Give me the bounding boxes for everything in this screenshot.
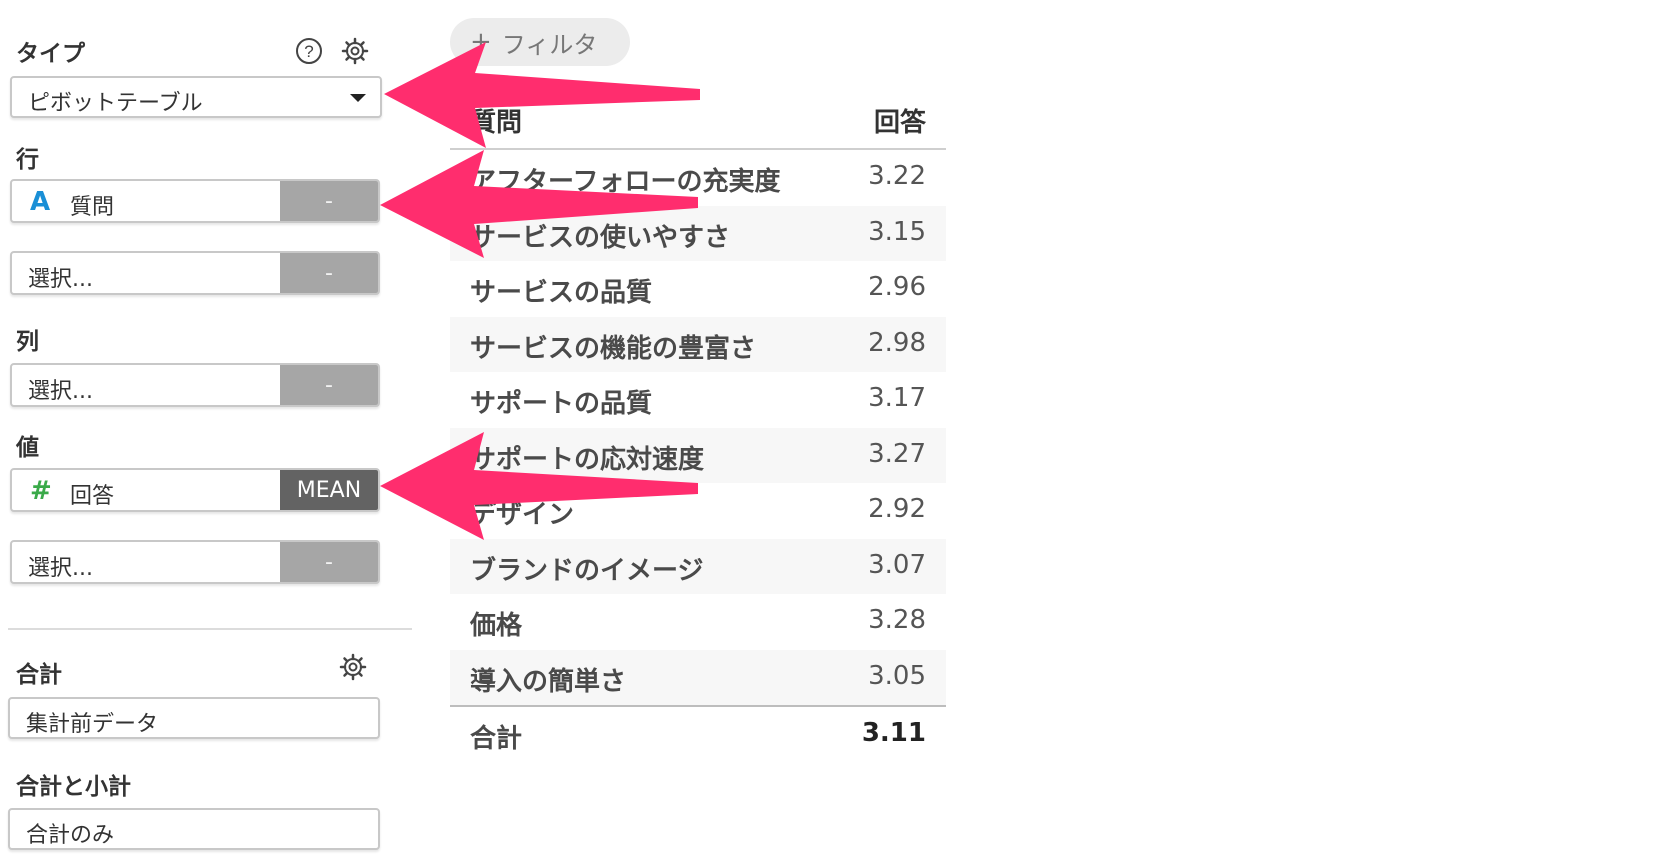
row-value: 3.07 bbox=[868, 549, 926, 580]
rows-label: 行 bbox=[16, 147, 39, 173]
row-question: 導入の簡単さ bbox=[470, 666, 627, 697]
total-row-label: 合計 bbox=[470, 724, 523, 754]
row-question: 価格 bbox=[470, 611, 523, 641]
subtotal-select[interactable]: 合計のみ bbox=[8, 808, 380, 850]
plus-icon: + bbox=[470, 27, 492, 57]
row-value: 3.28 bbox=[868, 605, 926, 635]
table-row: サービスの品質 2.96 bbox=[450, 261, 946, 317]
table-header: 質問 回答 bbox=[450, 88, 946, 150]
svg-text:?: ? bbox=[304, 42, 313, 61]
row-value: 3.22 bbox=[868, 161, 926, 191]
table-row: サービスの使いやすさ 3.15 bbox=[450, 205, 946, 261]
row-field-label: 質問 bbox=[70, 195, 115, 220]
table-row: サービスの機能の豊富さ 2.98 bbox=[450, 316, 946, 372]
row-value: 3.27 bbox=[868, 438, 926, 469]
value-field-answer[interactable]: # 回答 MEAN bbox=[10, 468, 380, 512]
subtotal-label: 合計と小計 bbox=[16, 774, 131, 800]
row-question: アフターフォローの充実度 bbox=[470, 167, 781, 197]
row-field-question[interactable]: A 質問 - bbox=[10, 179, 380, 223]
column-header-answer[interactable]: 回答 bbox=[874, 102, 926, 139]
table-row: サポートの品質 3.17 bbox=[450, 372, 946, 428]
table-row: 価格 3.28 bbox=[450, 594, 946, 650]
table-total-row: 合計 3.11 bbox=[450, 705, 946, 765]
chevron-down-icon bbox=[350, 94, 366, 102]
type-label: タイプ bbox=[16, 41, 85, 67]
row-question: デザイン bbox=[470, 500, 575, 530]
columns-label: 列 bbox=[16, 329, 39, 355]
pivot-table: 質問 回答 アフターフォローの充実度 3.22 サービスの使いやすさ 3.15 サー… bbox=[450, 88, 946, 765]
row-question: サービスの使いやすさ bbox=[470, 222, 731, 253]
row-aggregate-button[interactable]: - bbox=[280, 181, 378, 221]
value-field-label: 回答 bbox=[70, 484, 115, 509]
row-select-aggregate-button[interactable]: - bbox=[280, 253, 378, 293]
total-label: 合計 bbox=[16, 662, 62, 688]
row-value: 3.15 bbox=[868, 216, 926, 247]
row-field-select[interactable]: 選択... - bbox=[10, 251, 380, 295]
row-select-placeholder: 選択... bbox=[28, 267, 93, 292]
column-aggregate-button[interactable]: - bbox=[280, 365, 378, 405]
column-field-select[interactable]: 選択... - bbox=[10, 363, 380, 407]
total-select-value: 集計前データ bbox=[26, 712, 159, 737]
table-row: ブランドのイメージ 3.07 bbox=[450, 538, 946, 594]
add-filter-button[interactable]: + フィルタ bbox=[450, 18, 630, 66]
row-value: 3.05 bbox=[868, 660, 926, 691]
value-aggregate-button[interactable]: MEAN bbox=[280, 470, 378, 510]
value-field-select[interactable]: 選択... - bbox=[10, 540, 380, 584]
table-row: 導入の簡単さ 3.05 bbox=[450, 649, 946, 705]
total-row-value: 3.11 bbox=[861, 718, 926, 748]
value-select-placeholder: 選択... bbox=[28, 556, 93, 581]
table-row: サポートの応対速度 3.27 bbox=[450, 427, 946, 483]
row-value: 2.96 bbox=[868, 272, 926, 302]
total-select[interactable]: 集計前データ bbox=[8, 697, 380, 739]
row-value: 3.17 bbox=[868, 383, 926, 413]
help-icon[interactable]: ? bbox=[294, 36, 324, 66]
row-value: 2.92 bbox=[868, 494, 926, 524]
column-select-placeholder: 選択... bbox=[28, 379, 93, 404]
filter-label: フィルタ bbox=[501, 30, 598, 59]
number-type-icon: # bbox=[30, 476, 52, 506]
total-gear-icon[interactable] bbox=[338, 652, 368, 682]
row-question: ブランドのイメージ bbox=[470, 555, 704, 586]
row-value: 2.98 bbox=[868, 327, 926, 358]
row-question: サービスの機能の豊富さ bbox=[470, 333, 757, 364]
row-question: サポートの品質 bbox=[470, 389, 653, 419]
chart-type-value: ピボットテーブル bbox=[28, 91, 203, 116]
value-select-aggregate-button[interactable]: - bbox=[280, 542, 378, 582]
table-row: デザイン 2.92 bbox=[450, 483, 946, 539]
subtotal-select-value: 合計のみ bbox=[26, 823, 115, 848]
text-type-icon: A bbox=[30, 187, 51, 217]
column-header-question[interactable]: 質問 bbox=[470, 102, 522, 139]
row-question: サービスの品質 bbox=[470, 278, 653, 308]
table-row: アフターフォローの充実度 3.22 bbox=[450, 150, 946, 206]
chart-type-select[interactable]: ピボットテーブル bbox=[10, 76, 382, 118]
gear-icon[interactable] bbox=[340, 36, 370, 66]
row-question: サポートの応対速度 bbox=[470, 444, 705, 475]
section-divider bbox=[8, 628, 412, 630]
values-label: 値 bbox=[16, 435, 39, 461]
